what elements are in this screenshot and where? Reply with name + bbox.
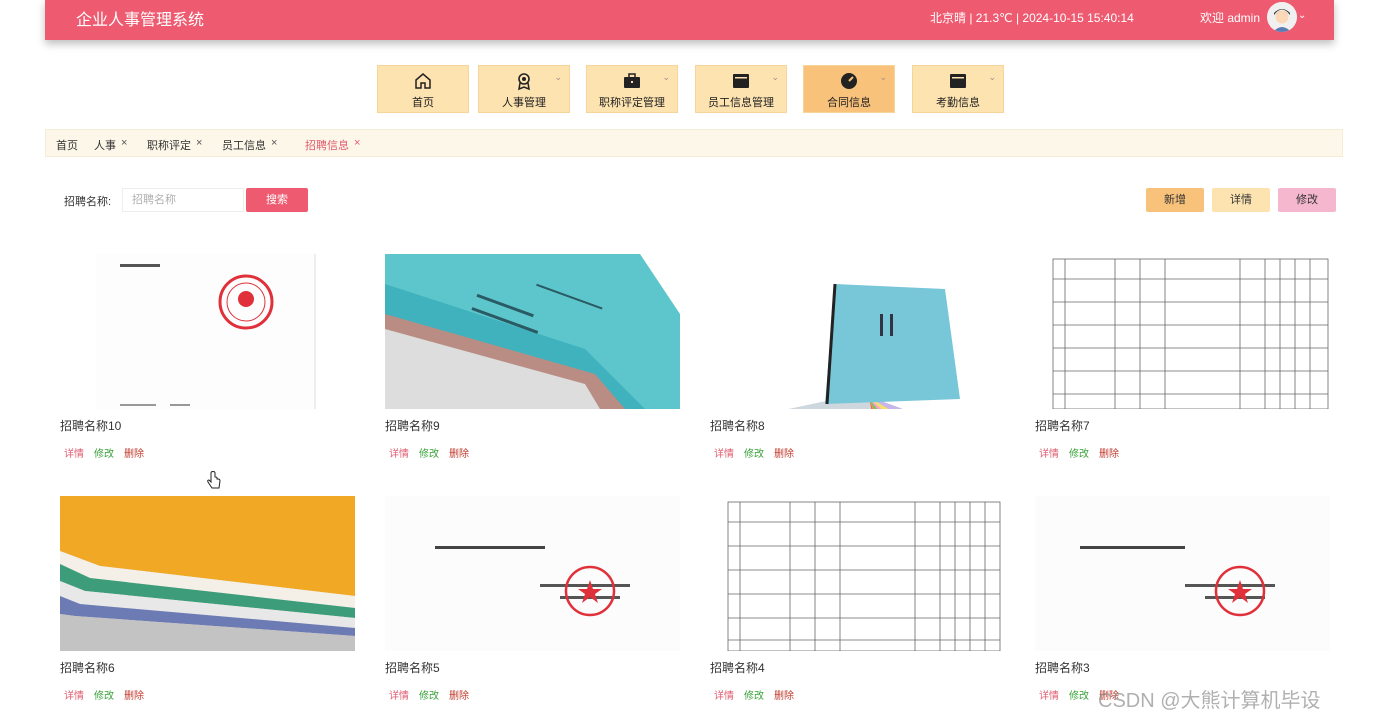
badge-icon [518,73,530,91]
detail-link[interactable]: 详情 [1039,691,1059,702]
tab-home[interactable]: 首页 [56,137,78,153]
delete-link[interactable]: 删除 [449,691,469,702]
avatar[interactable] [1267,2,1297,32]
watermark: CSDN @大熊计算机毕设 [1098,690,1321,712]
tab-label: 首页 [56,140,78,152]
card-image[interactable] [60,496,355,651]
close-icon[interactable]: × [271,137,277,149]
nav-label: 合同信息 [827,97,871,109]
folder-icon [733,74,749,88]
nav-label: 首页 [412,97,434,109]
edit-link[interactable]: 修改 [1069,691,1089,702]
edit-link[interactable]: 修改 [419,449,439,460]
detail-link[interactable]: 详情 [714,449,734,460]
home-icon [415,73,431,89]
nav-title-eval[interactable]: 职称评定管理 ⌄ [586,65,678,113]
top-header: 企业人事管理系统 北京晴 | 21.3℃ | 2024-10-15 15:40:… [45,0,1334,40]
close-icon[interactable]: × [121,137,127,149]
card-title: 招聘名称6 [60,661,115,675]
tab-employee-info[interactable]: 员工信息 × [222,137,277,153]
nav-label: 职称评定管理 [599,97,665,109]
delete-link[interactable]: 删除 [449,449,469,460]
card-title: 招聘名称3 [1035,661,1090,675]
tab-label: 招聘信息 [305,140,349,152]
card-actions: 详情 修改 删除 [714,687,804,702]
chevron-down-icon: ⌄ [988,72,996,82]
card-actions: 详情 修改 删除 [1039,445,1129,460]
card-actions: 详情 修改 删除 [389,445,479,460]
card-image[interactable] [385,496,680,651]
close-icon[interactable]: × [196,137,202,149]
card-image[interactable] [710,254,1005,409]
tab-title-eval[interactable]: 职称评定 × [147,137,202,153]
edit-link[interactable]: 修改 [94,691,114,702]
weather-datetime: 北京晴 | 21.3℃ | 2024-10-15 15:40:14 [930,11,1134,25]
card-title: 招聘名称7 [1035,419,1090,433]
add-button[interactable]: 新增 [1146,188,1204,212]
card-image[interactable] [1035,496,1330,651]
nav-label: 员工信息管理 [708,97,774,109]
edit-link[interactable]: 修改 [419,691,439,702]
detail-link[interactable]: 详情 [1039,449,1059,460]
app-title: 企业人事管理系统 [76,12,205,29]
chevron-down-icon: ⌄ [771,72,779,82]
tab-label: 人事 [94,140,116,152]
card-actions: 详情 修改 删除 [64,687,154,702]
card-title: 招聘名称5 [385,661,440,675]
nav-personnel[interactable]: 人事管理 ⌄ [478,65,570,113]
close-icon[interactable]: × [354,137,360,149]
detail-link[interactable]: 详情 [64,449,84,460]
detail-link[interactable]: 详情 [389,691,409,702]
nav-label: 考勤信息 [936,97,980,109]
edit-link[interactable]: 修改 [1069,449,1089,460]
chevron-down-icon: ⌄ [879,72,887,82]
card-actions: 详情 修改 删除 [389,687,479,702]
tab-personnel[interactable]: 人事 × [94,137,127,153]
card-title: 招聘名称8 [710,419,765,433]
chevron-down-icon: ⌄ [554,72,562,82]
tab-recruitment[interactable]: 招聘信息 × [305,137,360,153]
detail-link[interactable]: 详情 [714,691,734,702]
card-actions: 详情 修改 删除 [714,445,804,460]
nav-attendance[interactable]: 考勤信息 ⌄ [912,65,1004,113]
page: 企业人事管理系统 北京晴 | 21.3℃ | 2024-10-15 15:40:… [0,0,1390,721]
nav-employee-info[interactable]: 员工信息管理 ⌄ [695,65,787,113]
delete-link[interactable]: 删除 [124,449,144,460]
search-label: 招聘名称: [64,196,112,208]
breadcrumb: 首页 人事 × 职称评定 × 员工信息 × 招聘信息 × [45,129,1343,157]
gauge-icon [841,73,857,89]
edit-link[interactable]: 修改 [744,449,764,460]
welcome-text: 欢迎 admin [1200,11,1261,25]
card-title: 招聘名称4 [710,661,765,675]
nav-label: 人事管理 [502,97,546,109]
edit-button[interactable]: 修改 [1278,188,1336,212]
search-input[interactable] [122,188,244,212]
detail-link[interactable]: 详情 [389,449,409,460]
folder-icon [950,74,966,88]
chevron-down-icon: ⌄ [662,72,670,82]
delete-link[interactable]: 删除 [124,691,144,702]
card-title: 招聘名称10 [60,419,122,433]
delete-link[interactable]: 删除 [1099,449,1119,460]
delete-link[interactable]: 删除 [774,691,794,702]
chevron-down-icon[interactable]: ⌄ [1298,10,1306,21]
card-image[interactable] [385,254,680,409]
edit-link[interactable]: 修改 [94,449,114,460]
briefcase-icon [624,73,640,88]
card-image[interactable] [1035,254,1330,409]
delete-link[interactable]: 删除 [774,449,794,460]
detail-link[interactable]: 详情 [64,691,84,702]
card-image[interactable] [710,496,1005,651]
card-actions: 详情 修改 删除 [64,445,154,460]
card-image[interactable] [60,254,355,409]
detail-button[interactable]: 详情 [1212,188,1270,212]
nav-contract[interactable]: 合同信息 ⌄ [803,65,895,113]
nav-home[interactable]: 首页 [377,65,469,113]
tab-label: 职称评定 [147,140,191,152]
hand-cursor-icon [207,471,221,489]
edit-link[interactable]: 修改 [744,691,764,702]
card-title: 招聘名称9 [385,419,440,433]
tab-label: 员工信息 [222,140,266,152]
search-button[interactable]: 搜索 [246,188,308,212]
